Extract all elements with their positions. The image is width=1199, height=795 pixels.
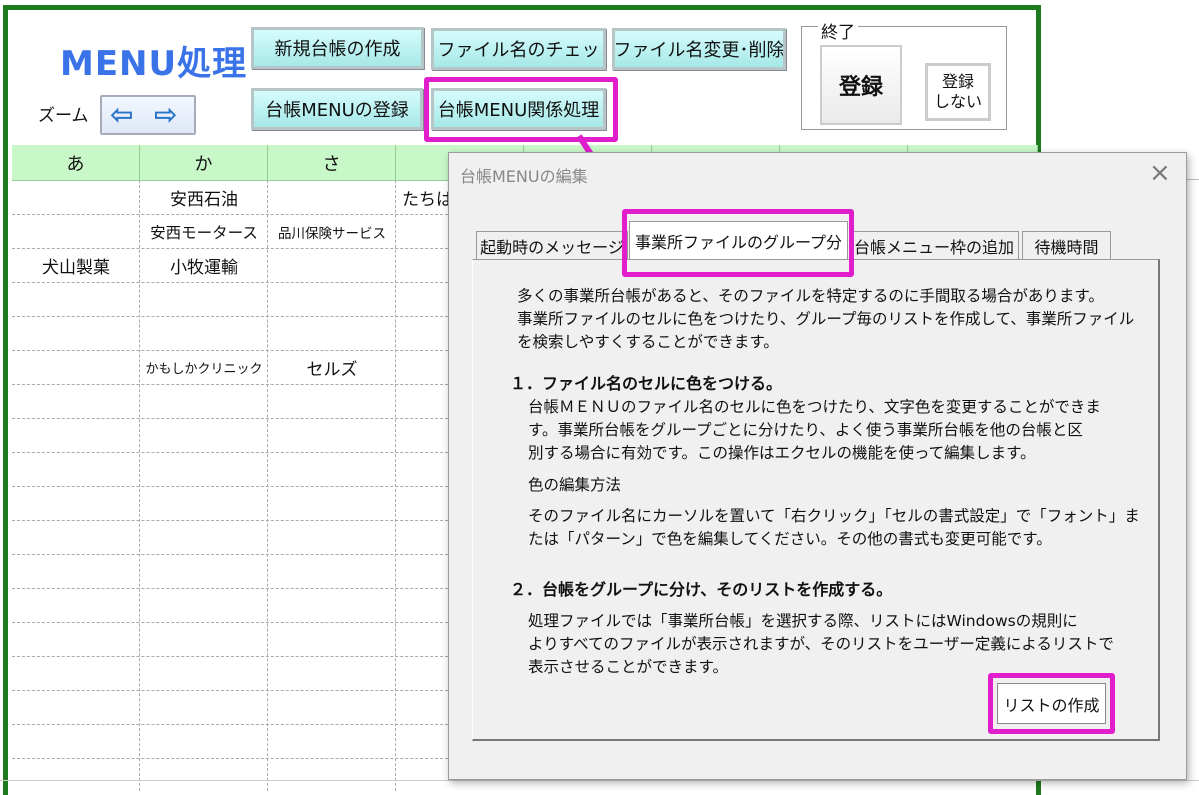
header-ka[interactable]: か [140,145,268,180]
close-icon[interactable]: × [1149,160,1171,186]
section2-body: 処理ファイルでは「事業所台帳」を選択する際、リストにはWindowsの規則に よ… [528,610,1114,679]
section2-heading: ２．台帳をグループに分け、そのリストを作成する。 [510,580,893,599]
section1-heading: １．ファイル名のセルに色をつける。 [510,374,783,393]
zoom-label: ズーム [38,106,89,126]
grid-hline [12,418,448,419]
intro-line: 多くの事業所台帳があると、そのファイルを特定するのに手間取る場合があります。 [517,287,1104,305]
cell-ansai-motors[interactable]: 安西モータース [140,215,268,248]
tab-add-menu-frame[interactable]: 台帳メニュー枠の追加 [849,231,1019,259]
zoom-button[interactable]: ⇦ ⇨ [100,95,196,135]
dialog-title: 台帳MENUの編集 [460,167,588,186]
intro-text: 多くの事業所台帳があると、そのファイルを特定するのに手間取る場合があります。 事… [517,285,1134,354]
cell-ansai-oil[interactable]: 安西石油 [140,181,268,214]
arrow-right-icon[interactable]: ⇨ [154,99,177,131]
register-menu-button[interactable]: 台帳MENUの登録 [251,88,423,130]
section1-line: す。事業所台帳をグループごとに分けたり、よく使う事業所台帳を他の台帳と区 [528,421,1083,439]
grid-hline [12,316,448,317]
section1-line: 別する場合に有効です。この操作はエクセルの機能を使って編集します。 [528,444,1036,462]
method-line: たは「パターン」で色を編集してください。その他の書式も変更可能です。 [528,530,1052,548]
new-ledger-button[interactable]: 新規台帳の作成 [251,27,424,69]
grid-hline [12,282,448,283]
method-line: そのファイル名にカーソルを置いて「右クリック」「セルの書式設定」で「フォント」ま [528,507,1140,525]
section2-line: 処理ファイルでは「事業所台帳」を選択する際、リストにはWindowsの規則に [528,612,1078,630]
arrow-left-icon[interactable]: ⇦ [110,99,133,131]
highlight-create-list [988,673,1115,734]
color-edit-method-body: そのファイル名にカーソルを置いて「右クリック」「セルの書式設定」で「フォント」ま… [528,505,1140,551]
intro-line: を検索しやすくすることができます。 [517,333,779,351]
grid-hline [12,384,448,385]
header-sa[interactable]: さ [268,145,396,180]
register-button[interactable]: 登録 [820,45,902,125]
section2-line: よりすべてのファイルが表示されますが、そのリストをユーザー定義によるリストで [528,635,1114,653]
grid-hline [12,486,448,487]
section1-body: 台帳ＭＥＮＵのファイル名のセルに色をつけたり、文字色を変更することができま す。… [528,396,1101,465]
section1-line: 台帳ＭＥＮＵのファイル名のセルに色をつけたり、文字色を変更することができま [528,398,1101,416]
header-a[interactable]: あ [12,145,140,180]
check-filename-button[interactable]: ファイル名のチェッ [431,28,606,70]
no-register-line2: しない [933,92,982,111]
cell-shinagawa-insurance[interactable]: 品川保険サービス [268,215,396,248]
grid-hline [12,724,448,725]
grid-hline [12,758,448,759]
grid-hline [12,690,448,691]
color-edit-method-label: 色の編集方法 [528,476,622,494]
rename-delete-button[interactable]: ファイル名変更･削除 [612,28,786,70]
cell-inuyama-seika[interactable]: 犬山製菓 [12,249,140,282]
tab-office-file-grouping[interactable]: 事業所ファイルのグループ分 [629,221,848,259]
grid-hline [12,452,448,453]
grid-hline [12,622,448,623]
cell-komaki-unyu[interactable]: 小牧運輸 [140,249,268,282]
tab-wait-time[interactable]: 待機時間 [1022,231,1111,259]
grid-hline [12,554,448,555]
cell-cells[interactable]: セルズ [268,351,396,384]
menu-title: MENU処理 [60,44,248,84]
grid-hline [12,588,448,589]
tab-startup-message[interactable]: 起動時のメッセージ [476,231,628,259]
grid-hline [12,656,448,657]
exit-group-title: 終了 [818,18,858,43]
intro-line: 事業所ファイルのセルに色をつけたり、グループ毎のリストを作成して、事業所ファイル [517,310,1135,328]
no-register-button[interactable]: 登録 しない [925,63,991,121]
no-register-line1: 登録 [941,72,974,91]
grid-hline [12,520,448,521]
sheet-bottom-line [0,780,1199,781]
cell-kamoshika-clinic[interactable]: かもしかクリニック [140,351,268,384]
